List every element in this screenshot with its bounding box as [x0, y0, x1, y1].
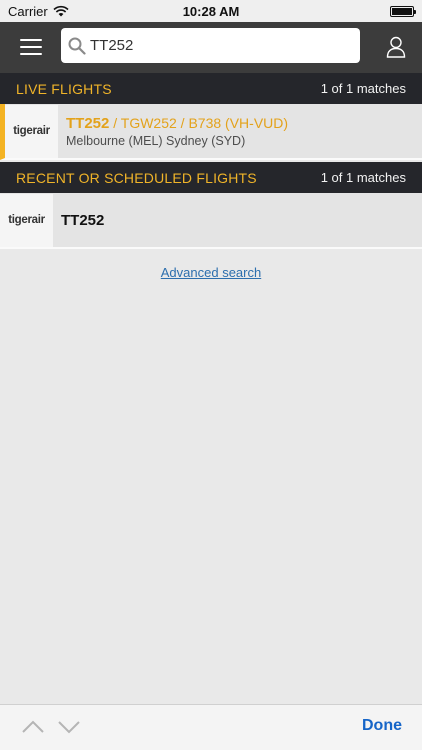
flight-number: TT252 — [66, 114, 110, 132]
airline-logo: tigerair — [5, 104, 58, 158]
top-nav-bar — [0, 22, 422, 73]
status-left: Carrier — [8, 4, 69, 19]
next-button[interactable] — [56, 717, 82, 737]
search-box[interactable] — [61, 28, 360, 63]
chevron-up-icon — [22, 720, 44, 733]
live-flight-row[interactable]: tigerair TT252 / TGW252 / B738 (VH-VUD) … — [0, 104, 422, 160]
done-button[interactable]: Done — [362, 717, 402, 735]
carrier-label: Carrier — [8, 3, 48, 19]
section-title: RECENT OR SCHEDULED FLIGHTS — [16, 169, 257, 186]
search-icon — [68, 37, 86, 55]
flight-info: TT252 / TGW252 / B738 (VH-VUD) Melbourne… — [58, 115, 288, 148]
airline-logo: tigerair — [0, 193, 53, 247]
bottom-toolbar: Done — [0, 704, 422, 750]
wifi-icon — [53, 5, 69, 17]
flight-details: / TGW252 / B738 (VH-VUD) — [113, 114, 289, 131]
chevron-down-icon — [58, 721, 80, 734]
recent-flight-row[interactable]: tigerair TT252 — [0, 193, 422, 249]
section-title: LIVE FLIGHTS — [16, 80, 112, 97]
user-icon — [386, 36, 406, 58]
advanced-search-link[interactable]: Advanced search — [0, 265, 422, 280]
tigerair-logo: tigerair — [13, 125, 50, 137]
search-input[interactable] — [90, 37, 340, 54]
tigerair-logo: tigerair — [8, 214, 45, 226]
flight-number: TT252 — [61, 211, 105, 229]
recent-flights-header: RECENT OR SCHEDULED FLIGHTS 1 of 1 match… — [0, 162, 422, 193]
profile-button[interactable] — [386, 36, 406, 58]
previous-button[interactable] — [20, 717, 46, 737]
hamburger-icon-bar — [20, 46, 42, 48]
hamburger-icon-bar — [20, 53, 42, 55]
status-bar: Carrier 10:28 AM — [0, 0, 422, 22]
flight-identifiers: TT252 / TGW252 / B738 (VH-VUD) — [66, 115, 288, 132]
battery-icon — [390, 5, 416, 17]
flight-route: Melbourne (MEL) Sydney (SYD) — [66, 133, 246, 148]
menu-button[interactable] — [16, 36, 46, 58]
live-flights-header: LIVE FLIGHTS 1 of 1 matches — [0, 73, 422, 104]
hamburger-icon-bar — [20, 39, 42, 41]
match-count: 1 of 1 matches — [320, 81, 406, 96]
flight-info: TT252 — [53, 212, 104, 229]
match-count: 1 of 1 matches — [320, 170, 406, 185]
